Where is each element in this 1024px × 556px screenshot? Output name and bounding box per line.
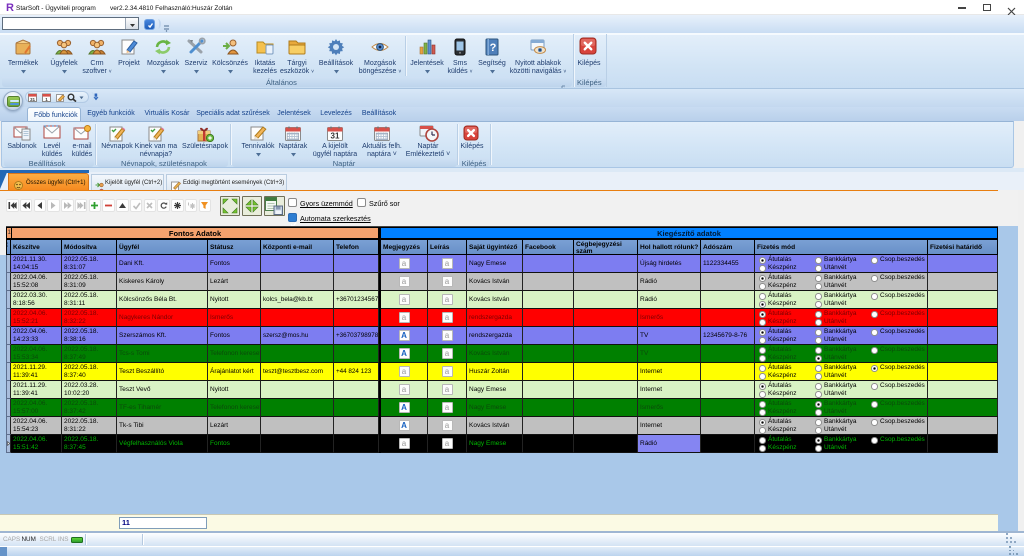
svg-text:31: 31 (30, 96, 36, 101)
svg-text:31: 31 (331, 132, 340, 141)
svg-text:?: ? (490, 42, 497, 54)
svg-text:1: 1 (45, 96, 48, 101)
